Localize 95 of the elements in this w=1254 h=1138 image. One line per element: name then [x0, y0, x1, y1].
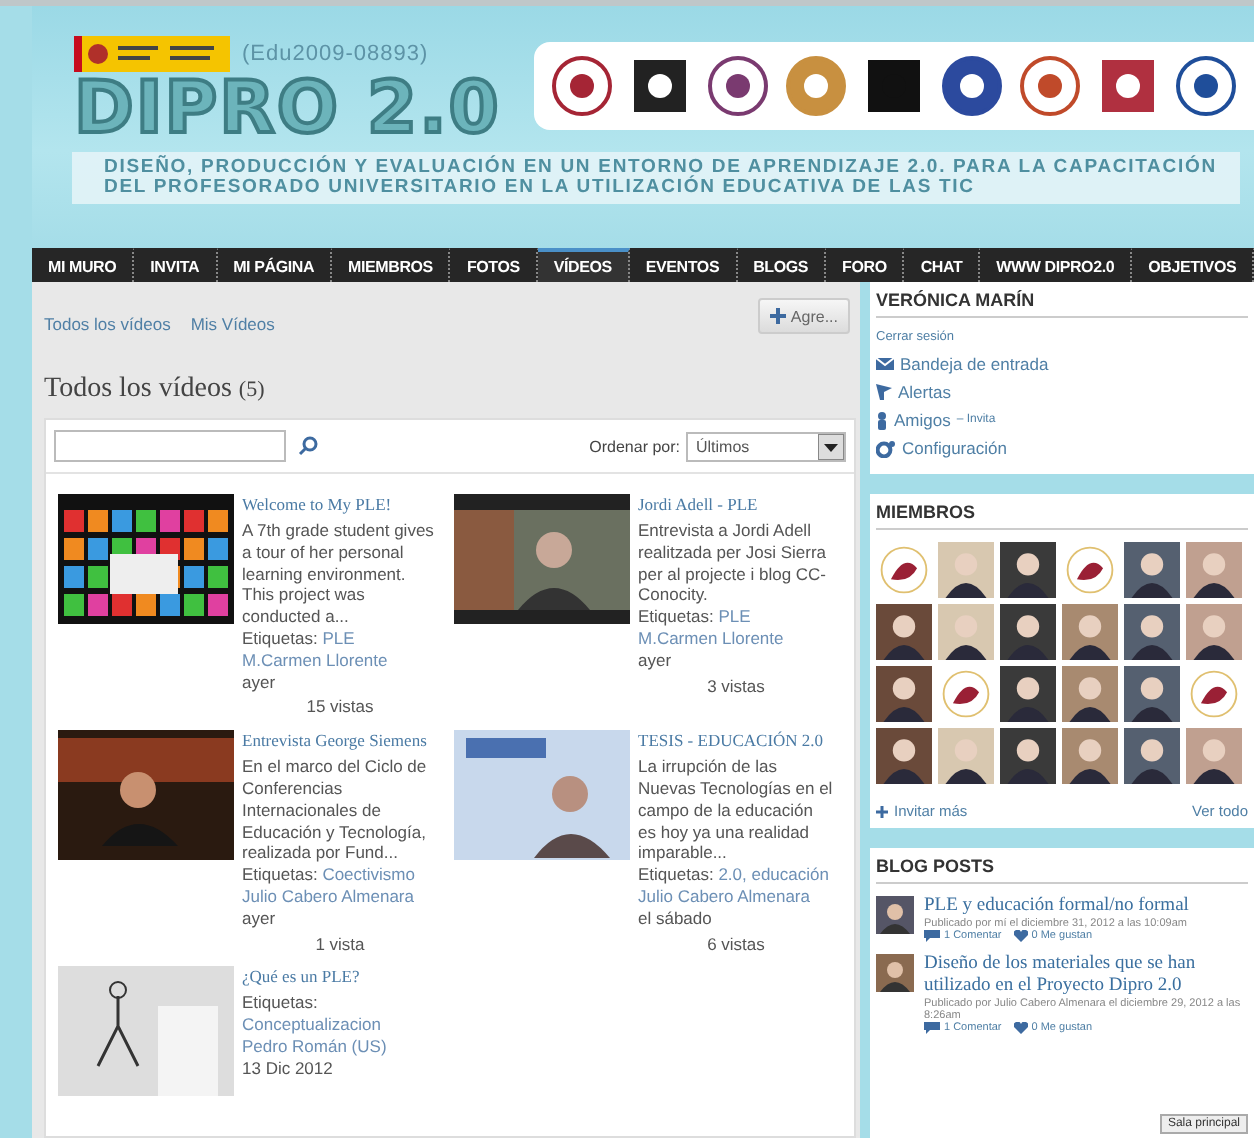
plus-icon [876, 805, 888, 817]
university-logo-icon [547, 52, 616, 120]
person-icon [876, 411, 888, 429]
member-avatar[interactable] [1000, 604, 1056, 660]
site-subtitle: DISEÑO, PRODUCCIÓN Y EVALUACIÓN EN UN ENTORNO DE APRENDIZAJE 2.0. PARA LA CAPACITACIÓN DEL PROFESORADO UNIVERSITARIO EN LA UTILIZACIÓN EDUCATIVA DE LAS TIC [72, 152, 1240, 204]
member-avatar[interactable] [1000, 728, 1056, 784]
view-count: 15 vistas [306, 696, 374, 719]
university-logo-icon [703, 52, 772, 120]
video-description: Entrevista a Jordi Adell realitzada per Josi Sierra per al projecte i blog CC-Conocity. [638, 520, 829, 607]
member-avatar[interactable] [1186, 728, 1242, 784]
video-date: ayer [242, 671, 278, 693]
government-badge-icon [74, 36, 230, 72]
video-tags: Etiquetas: 2.0, educación [638, 864, 834, 886]
university-logo-icon [781, 52, 850, 120]
author-link[interactable]: Pedro Román (US) [242, 1035, 438, 1058]
video-tags: Etiquetas: Conceptualizacion [242, 992, 438, 1036]
comment-icon [924, 930, 940, 942]
university-logo-icon [1062, 542, 1118, 598]
member-avatar[interactable] [876, 604, 932, 660]
member-avatar[interactable] [1124, 542, 1180, 598]
heart-icon [1013, 1022, 1028, 1034]
member-avatar[interactable] [1186, 542, 1242, 598]
member-avatar[interactable] [1062, 604, 1118, 660]
search-icon[interactable] [298, 436, 318, 456]
video-title[interactable]: Welcome to My PLE! [242, 494, 438, 516]
tag-link[interactable]: Conceptualizacion [242, 1014, 381, 1035]
member-avatar[interactable] [876, 728, 932, 784]
video-title[interactable]: ¿Qué es un PLE? [242, 966, 438, 989]
add-video-button[interactable]: Agre... [758, 298, 850, 334]
video-tags: Etiquetas: PLE [638, 606, 834, 628]
tag-link[interactable]: PLE [718, 606, 751, 627]
member-avatar[interactable] [938, 542, 994, 598]
video-date: el sábado [638, 907, 714, 930]
video-description: La irrupción de las Nuevas Tecnologías en el campo de la educación es hoy ya una realidad imparable... [638, 756, 834, 865]
video-date: 13 Dic 2012 [242, 1057, 335, 1080]
university-logo-icon [876, 542, 932, 598]
heart-icon [1013, 930, 1028, 942]
view-count: 6 vistas [707, 933, 765, 955]
video-title[interactable]: TESIS - EDUCACIÓN 2.0 [638, 730, 834, 753]
user-name: VERÓNICA MARÍN [876, 290, 1248, 318]
videos-heading: Todos los vídeos (5) [44, 374, 267, 406]
tag-link[interactable]: 2.0, educación [718, 864, 829, 885]
university-logo-icon [938, 52, 1007, 120]
blog-post-title[interactable]: PLE y educación formal/no formal [924, 896, 1189, 918]
member-avatar[interactable] [1186, 604, 1242, 660]
comment-icon [924, 1022, 940, 1034]
video-tags: Etiquetas: PLE [242, 627, 438, 650]
video-title[interactable]: Entrevista George Siemens [242, 730, 438, 753]
member-avatar[interactable] [1062, 666, 1118, 722]
video-title[interactable]: Jordi Adell - PLE [638, 494, 834, 516]
tag-link[interactable]: PLE [322, 627, 355, 648]
university-logo-icon [1186, 666, 1242, 722]
subtab-link[interactable]: Mis Vídeos [190, 314, 275, 334]
university-logo-icon [938, 666, 994, 722]
sort-label: Ordenar por: [589, 437, 680, 455]
members-title: MIEMBROS [876, 502, 1248, 530]
member-avatar[interactable] [1124, 666, 1180, 722]
member-avatar[interactable] [1000, 542, 1056, 598]
author-avatar[interactable] [876, 896, 914, 934]
member-avatar[interactable] [1124, 728, 1180, 784]
member-avatar[interactable] [1124, 604, 1180, 660]
member-avatar[interactable] [938, 604, 994, 660]
search-field[interactable] [54, 430, 286, 462]
member-avatar[interactable] [1000, 666, 1056, 722]
member-avatar[interactable] [876, 666, 932, 722]
author-link[interactable]: M.Carmen Llorente [242, 649, 438, 672]
tag-link[interactable]: Coectivismo [322, 864, 415, 885]
member-avatar[interactable] [1062, 728, 1118, 784]
subtab-link[interactable]: Todos los vídeos [44, 314, 171, 334]
project-code: (Edu2009-08893) [242, 42, 429, 66]
member-avatar[interactable] [938, 728, 994, 784]
nav-tab[interactable]: VÍDEOS [537, 248, 630, 282]
blog-posts-title: BLOG POSTS [876, 856, 1248, 884]
settings-icon [876, 439, 896, 457]
sort-select[interactable]: Últimos [686, 431, 846, 461]
video-tags: Etiquetas: Coectivismo [242, 864, 438, 886]
user-menu-link[interactable]: Configuración [876, 438, 1248, 458]
video-date: ayer [638, 649, 674, 672]
mail-icon [876, 358, 894, 370]
user-menu-link[interactable]: Bandeja de entrada [876, 354, 1248, 374]
university-logo-icon [1016, 52, 1085, 120]
university-logo-icon [1172, 52, 1241, 120]
author-avatar[interactable] [876, 954, 914, 992]
plus-icon [770, 308, 787, 324]
view-count: 3 vistas [707, 675, 765, 697]
video-description: En el marco del Ciclo de Conferencias Internacionales de Educación y Tecnología, realizada por Fund... [242, 756, 429, 865]
video-date: ayer [242, 907, 278, 930]
view-count: 1 vista [315, 933, 365, 955]
user-menu-link[interactable]: Alertas [876, 382, 1248, 402]
author-link[interactable]: M.Carmen Llorente [638, 627, 834, 650]
blog-post-title[interactable]: Diseño de los materiales que se han utilizado en el Proyecto Dipro 2.0 [924, 954, 1248, 998]
author-link[interactable]: Julio Cabero Almenara [242, 885, 438, 908]
dropdown-icon [818, 433, 844, 459]
author-link[interactable]: Julio Cabero Almenara [638, 885, 834, 908]
video-description: A 7th grade student gives a tour of her personal learning environment. This project was conducted a... [242, 520, 436, 628]
